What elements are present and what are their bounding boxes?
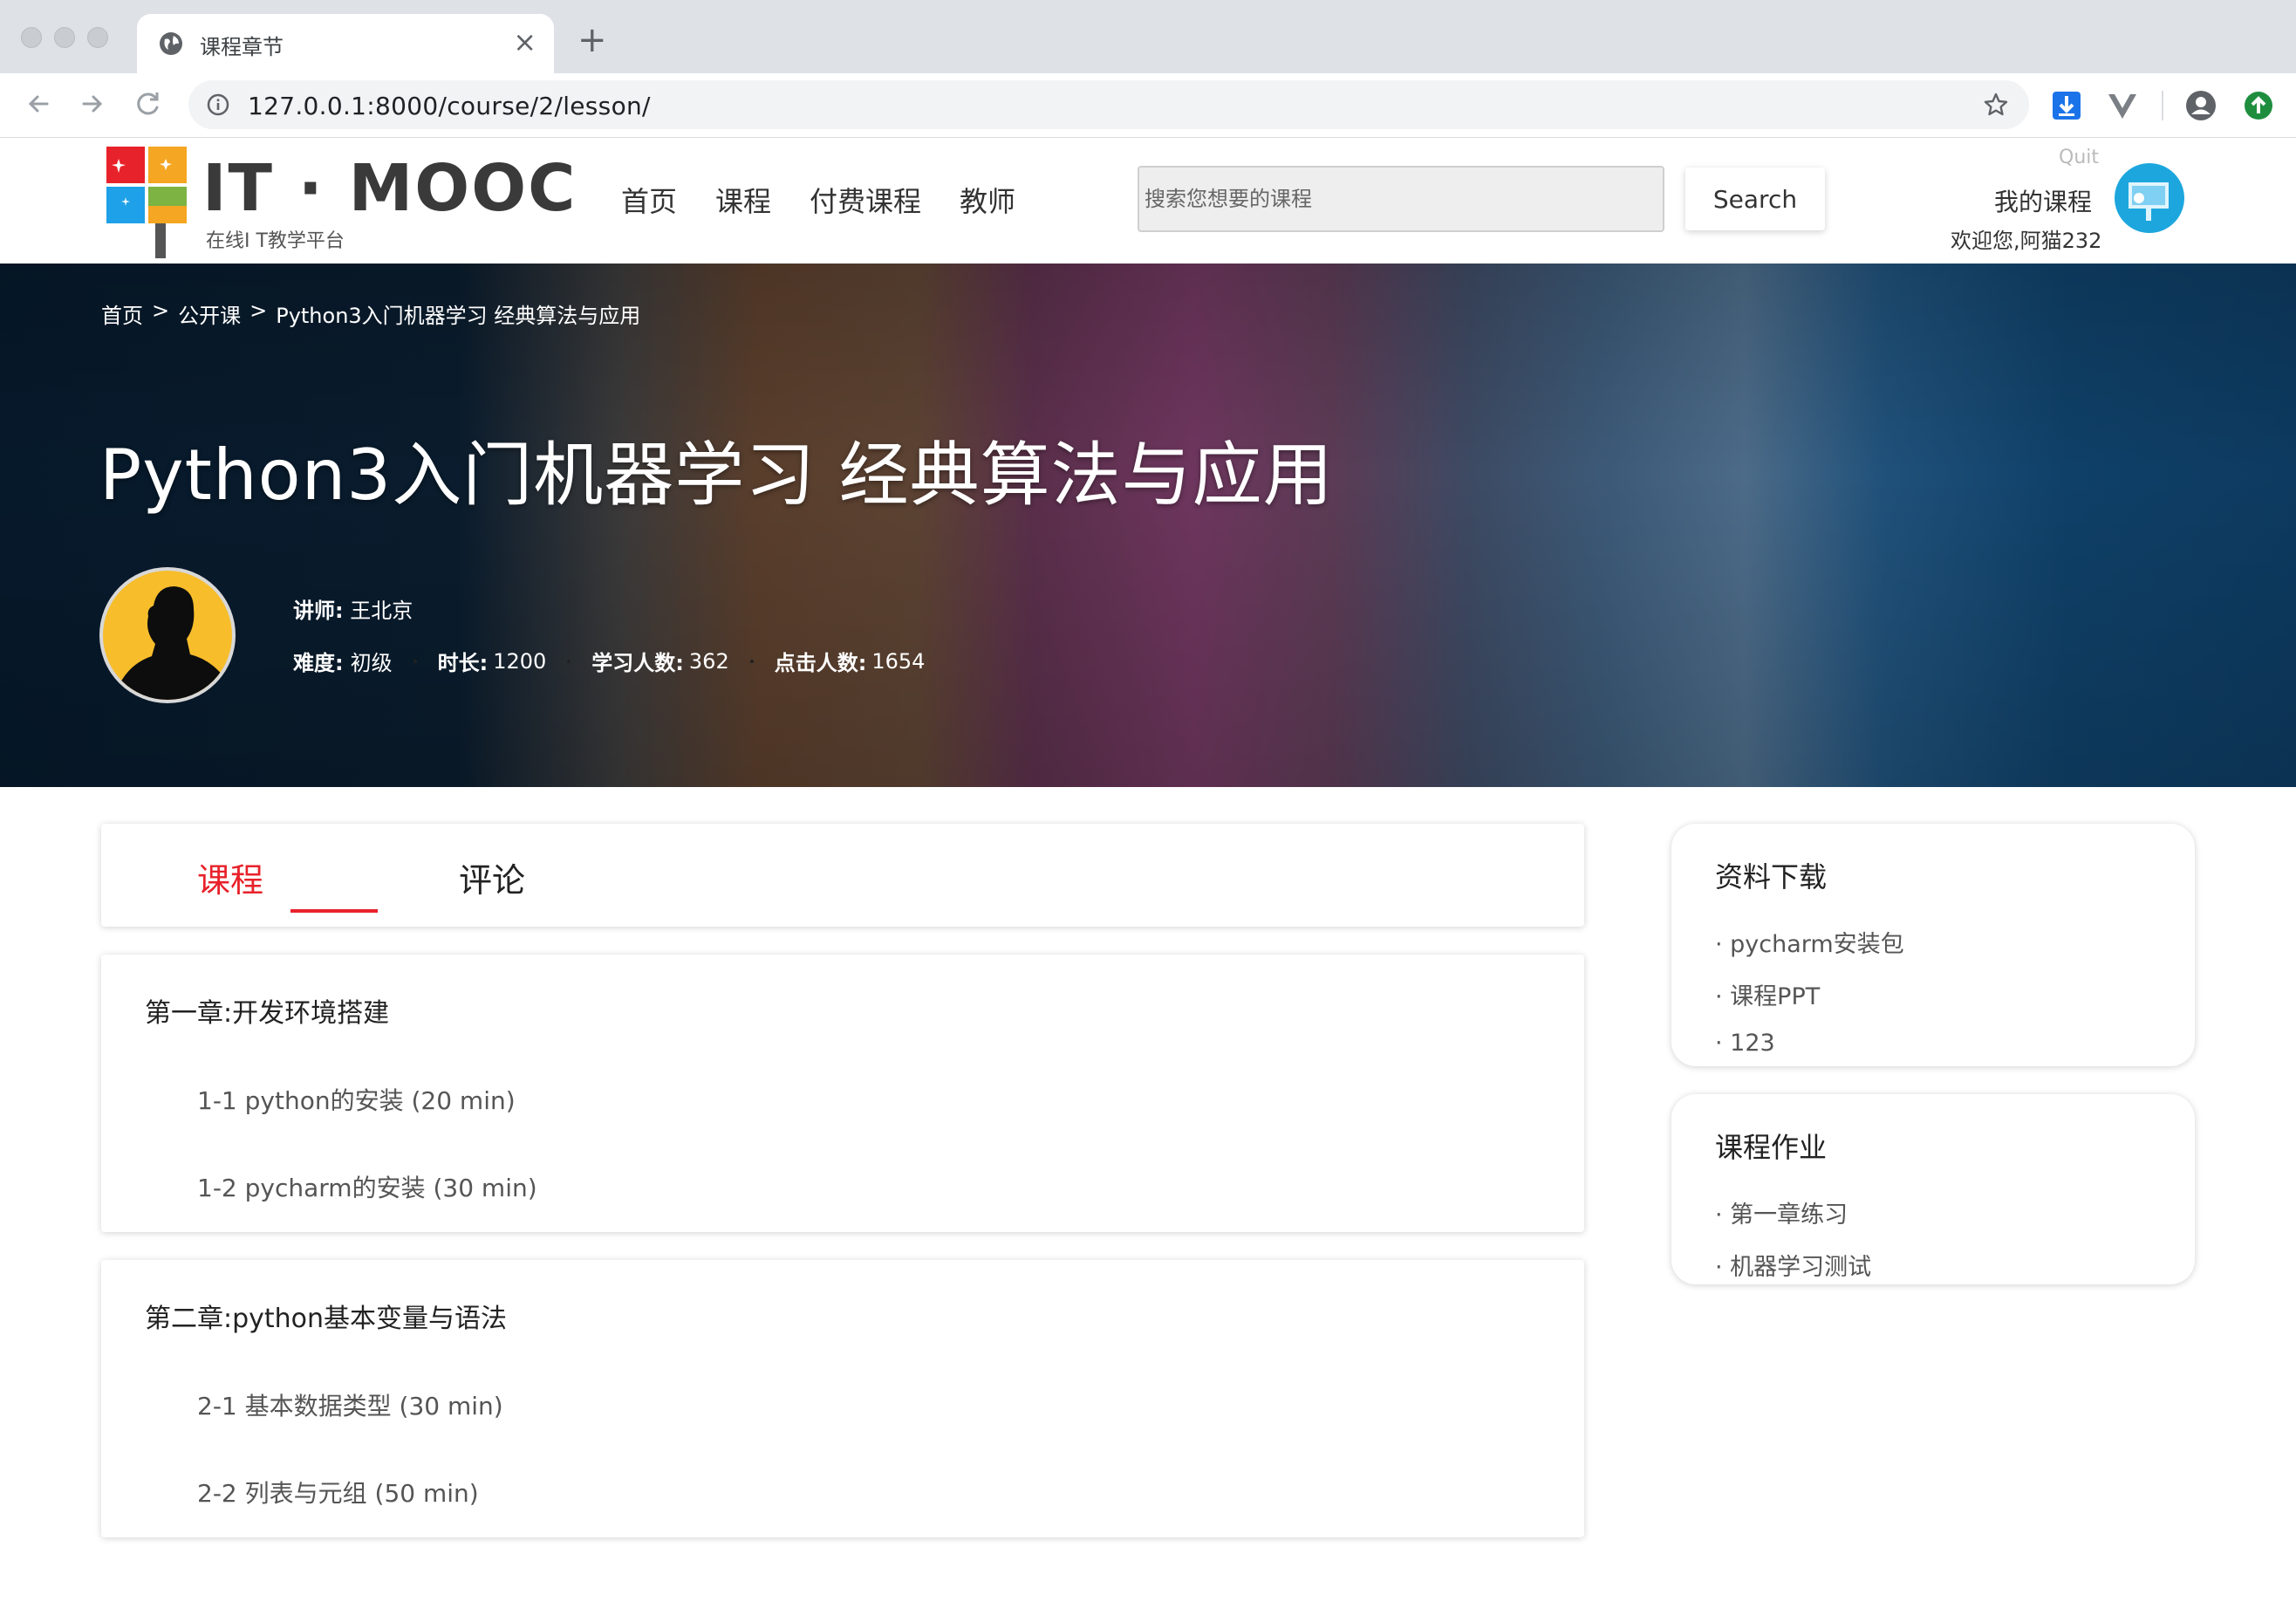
toolbar-divider	[2162, 91, 2163, 120]
homework-card: 课程作业 · 第一章练习 · 机器学习测试	[1671, 1094, 2195, 1284]
meta-separator	[749, 659, 754, 663]
browser-tab[interactable]: 课程章节 ×	[137, 14, 554, 73]
nav-item-courses[interactable]: 课程	[715, 180, 771, 220]
main-nav: 首页 课程 付费课程 教师	[621, 180, 1015, 220]
logo-subtitle: 在线I T教学平台	[206, 230, 345, 252]
address-bar[interactable]: 127.0.0.1:8000/course/2/lesson/	[188, 80, 2029, 129]
breadcrumb-separator: >	[152, 298, 170, 323]
difficulty-label: 难度:	[293, 651, 344, 675]
breadcrumb: 首页 > 公开课 > Python3入门机器学习 经典算法与应用	[101, 298, 640, 329]
reload-icon[interactable]	[131, 86, 166, 121]
welcome-text: 欢迎您,阿猫232	[1951, 229, 2102, 253]
chapter-card: 第一章:开发环境搭建 1-1 python的安装 (20 min) 1-2 py…	[101, 955, 1584, 1232]
chapter-title: 第二章:python基本变量与语法	[145, 1304, 508, 1334]
difficulty-value: 初级	[350, 651, 393, 675]
tab-title: 课程章节	[200, 35, 284, 59]
nav-item-teachers[interactable]: 教师	[960, 180, 1015, 220]
window-minimize-dot[interactable]	[54, 27, 75, 48]
duration-label: 时长:	[437, 651, 489, 675]
clicks-value: 1654	[871, 648, 926, 674]
teacher-label: 讲师:	[293, 599, 344, 623]
tab-close-icon[interactable]: ×	[513, 26, 536, 58]
lesson-link[interactable]: 1-2 pycharm的安装 (30 min)	[197, 1169, 537, 1204]
banner-overlay	[0, 264, 2296, 787]
tab-course[interactable]: 课程	[197, 853, 263, 901]
breadcrumb-home[interactable]: 首页	[101, 298, 143, 329]
download-extension-icon[interactable]	[2050, 89, 2083, 122]
chapter-title: 第一章:开发环境搭建	[145, 998, 390, 1029]
search-input[interactable]	[1138, 166, 1664, 232]
teacher-avatar[interactable]	[99, 567, 236, 703]
forward-icon[interactable]	[75, 86, 110, 121]
site-header: IT · MOOC 在线I T教学平台 首页 课程 付费课程 教师 Search…	[0, 138, 2296, 264]
my-course-link[interactable]: 我的课程	[1994, 183, 2092, 218]
breadcrumb-separator: >	[249, 298, 268, 323]
lesson-link[interactable]: 2-2 列表与元组 (50 min)	[197, 1475, 479, 1510]
download-item[interactable]: · 课程PPT	[1715, 977, 1820, 1011]
clicks-label: 点击人数:	[774, 651, 867, 675]
teacher-info: 讲师: 王北京	[293, 593, 413, 624]
course-banner: 首页 > 公开课 > Python3入门机器学习 经典算法与应用 Python3…	[0, 264, 2296, 787]
chapter-card: 第二章:python基本变量与语法 2-1 基本数据类型 (30 min) 2-…	[101, 1260, 1584, 1537]
breadcrumb-public-courses[interactable]: 公开课	[178, 298, 241, 329]
tab-comments[interactable]: 评论	[459, 853, 525, 901]
window-close-dot[interactable]	[21, 27, 42, 48]
logo-text[interactable]: IT · MOOC	[202, 155, 577, 222]
downloads-card: 资料下载 · pycharm安装包 · 课程PPT · 123	[1671, 824, 2195, 1066]
globe-icon	[160, 32, 182, 55]
bookmark-star-icon[interactable]	[1982, 91, 2010, 119]
search-button[interactable]: Search	[1685, 168, 1825, 230]
teacher-name[interactable]: 王北京	[350, 599, 413, 623]
breadcrumb-current: Python3入门机器学习 经典算法与应用	[276, 304, 641, 328]
content-tabs: 课程 评论	[101, 824, 1584, 927]
url-text[interactable]: 127.0.0.1:8000/course/2/lesson/	[248, 92, 651, 120]
profile-icon[interactable]	[2184, 89, 2217, 122]
download-item[interactable]: · 123	[1715, 1030, 1775, 1057]
lesson-link[interactable]: 1-1 python的安装 (20 min)	[197, 1082, 516, 1117]
students-label: 学习人数:	[591, 651, 684, 675]
duration-value: 1200	[493, 648, 547, 674]
meta-separator	[413, 659, 417, 663]
homework-item[interactable]: · 第一章练习	[1715, 1195, 1848, 1229]
course-title: Python3入门机器学习 经典算法与应用	[99, 435, 1334, 516]
window-zoom-dot[interactable]	[87, 27, 108, 48]
user-avatar-icon	[2129, 182, 2169, 221]
homework-title: 课程作业	[1715, 1131, 1828, 1164]
course-meta: 难度: 初级 时长: 1200 学习人数: 362 点击人数: 1654	[293, 646, 925, 676]
nav-item-paid-courses[interactable]: 付费课程	[810, 180, 921, 220]
downloads-title: 资料下载	[1715, 860, 1828, 893]
active-tab-underline	[290, 909, 378, 913]
quit-link[interactable]: Quit	[2059, 147, 2099, 168]
browser-tab-bar: 课程章节 × +	[0, 0, 2296, 73]
new-tab-icon[interactable]: +	[577, 23, 607, 58]
browser-toolbar: 127.0.0.1:8000/course/2/lesson/	[0, 73, 2296, 138]
vue-extension-icon[interactable]	[2106, 89, 2139, 122]
user-avatar[interactable]	[2115, 163, 2184, 233]
lesson-link[interactable]: 2-1 基本数据类型 (30 min)	[197, 1387, 503, 1422]
info-icon[interactable]	[206, 92, 230, 117]
download-item[interactable]: · pycharm安装包	[1715, 925, 1904, 959]
meta-separator	[567, 659, 571, 663]
students-value: 362	[688, 648, 729, 674]
nav-item-home[interactable]: 首页	[621, 180, 677, 220]
update-icon[interactable]	[2242, 89, 2275, 122]
logo-mark-icon[interactable]	[106, 147, 192, 258]
back-icon[interactable]	[21, 86, 56, 121]
homework-item[interactable]: · 机器学习测试	[1715, 1248, 1871, 1282]
